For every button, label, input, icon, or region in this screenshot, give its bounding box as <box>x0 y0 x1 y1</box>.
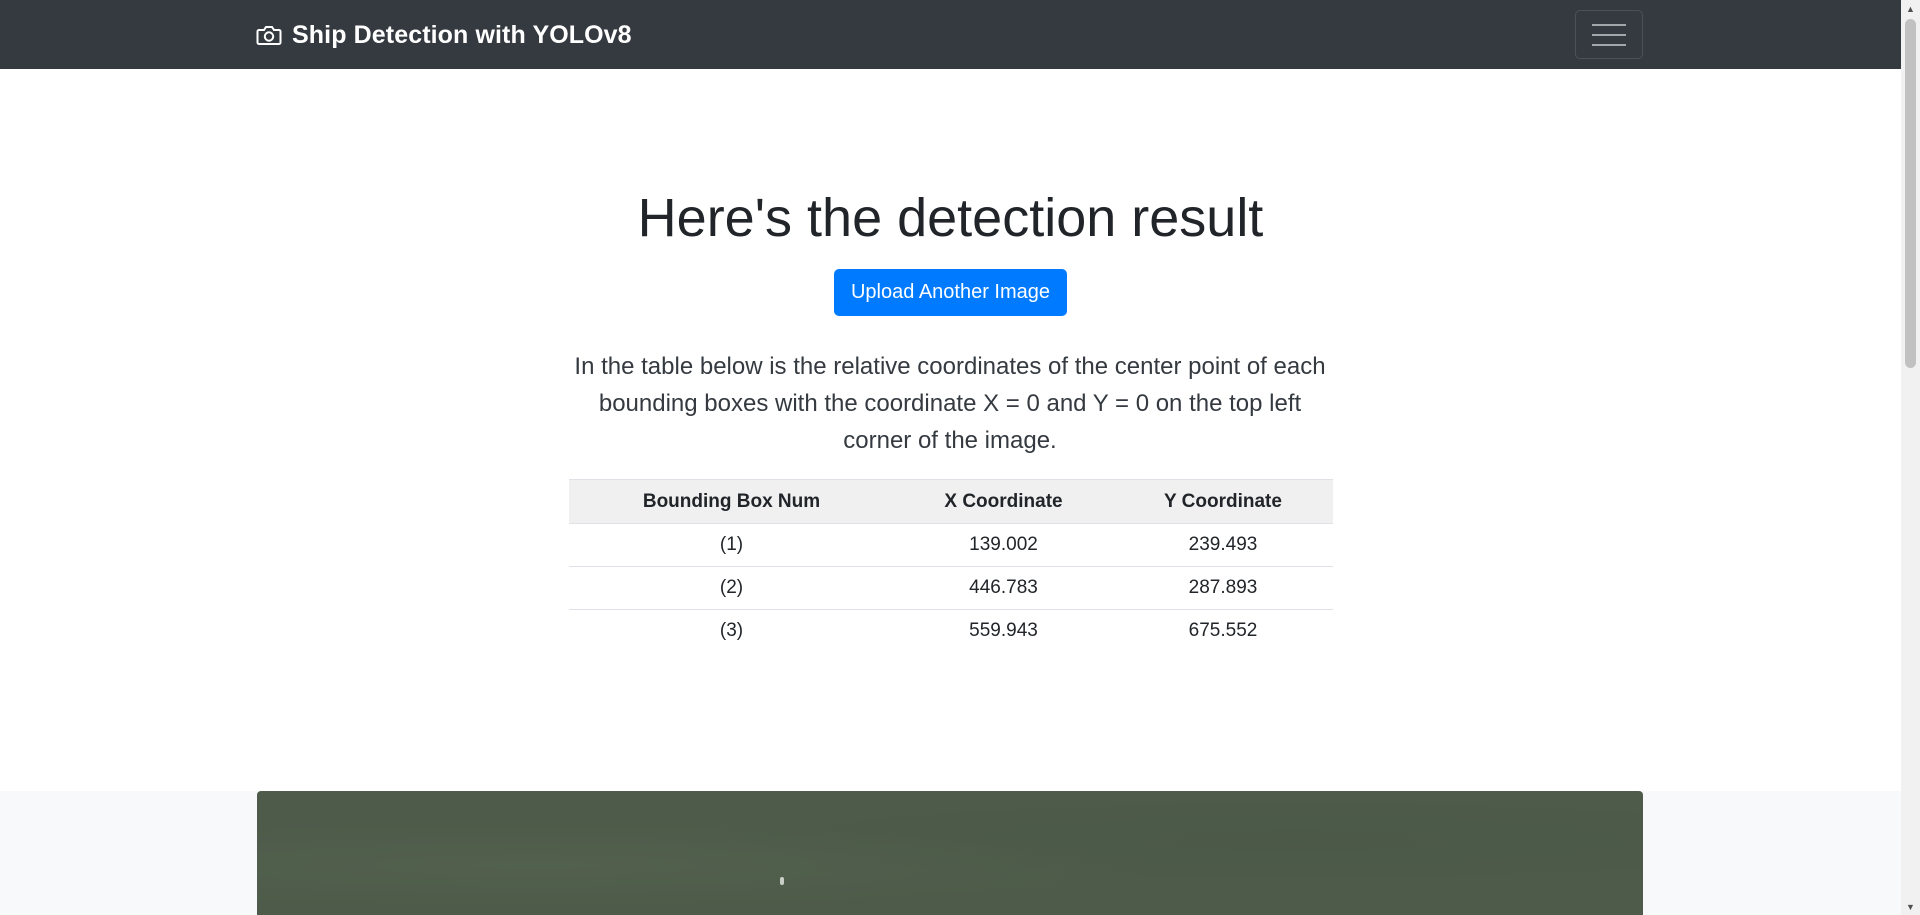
table-row: (3) 559.943 675.552 <box>569 609 1333 653</box>
table-row: (2) 446.783 287.893 <box>569 566 1333 610</box>
column-header-bounding-box-num: Bounding Box Num <box>569 479 894 524</box>
hamburger-menu-icon <box>1592 23 1626 26</box>
brand-title: Ship Detection with YOLOv8 <box>292 20 632 49</box>
navbar-toggler-button[interactable] <box>1575 10 1643 59</box>
coordinates-table: Bounding Box Num X Coordinate Y Coordina… <box>569 479 1333 653</box>
result-section: Here's the detection result Upload Anoth… <box>0 69 1901 791</box>
hamburger-menu-icon-bar <box>1592 33 1626 36</box>
image-section <box>0 791 1901 915</box>
column-header-x-coordinate: X Coordinate <box>894 479 1113 524</box>
scroll-up-arrow-icon[interactable]: ▲ <box>1901 0 1920 17</box>
scrollbar-thumb[interactable] <box>1905 19 1916 368</box>
bounding-box-num-cell: (2) <box>569 566 894 610</box>
y-coordinate-cell: 287.893 <box>1113 566 1333 610</box>
x-coordinate-cell: 559.943 <box>894 609 1113 653</box>
ship-object <box>780 877 784 885</box>
y-coordinate-cell: 239.493 <box>1188 534 1258 555</box>
table-header-row: Bounding Box Num X Coordinate Y Coordina… <box>569 479 1333 524</box>
x-coordinate-cell: 139.002 <box>969 534 1038 555</box>
description-text: In the table below is the relative coord… <box>574 353 1326 454</box>
camera-icon <box>256 24 282 46</box>
y-coordinate-cell: 675.552 <box>1113 609 1333 653</box>
vertical-scrollbar[interactable]: ▲ ▼ <box>1901 0 1920 915</box>
table-row: (1) 139.002 239.493 <box>569 524 1333 567</box>
hamburger-menu-icon-bar <box>1592 43 1626 46</box>
column-header-y-coordinate: Y Coordinate <box>1113 479 1333 524</box>
navbar-brand[interactable]: Ship Detection with YOLOv8 <box>256 17 632 53</box>
page-title: Here's the detection result <box>637 188 1264 248</box>
navbar: Ship Detection with YOLOv8 <box>0 0 1901 69</box>
upload-another-image-button[interactable]: Upload Another Image <box>834 269 1067 316</box>
scroll-down-arrow-icon[interactable]: ▼ <box>1901 898 1920 915</box>
detection-result-image <box>257 791 1643 915</box>
bounding-box-num-cell: (1) <box>719 534 744 555</box>
x-coordinate-cell: 446.783 <box>894 566 1113 610</box>
bounding-box-num-cell: (3) <box>569 609 894 653</box>
